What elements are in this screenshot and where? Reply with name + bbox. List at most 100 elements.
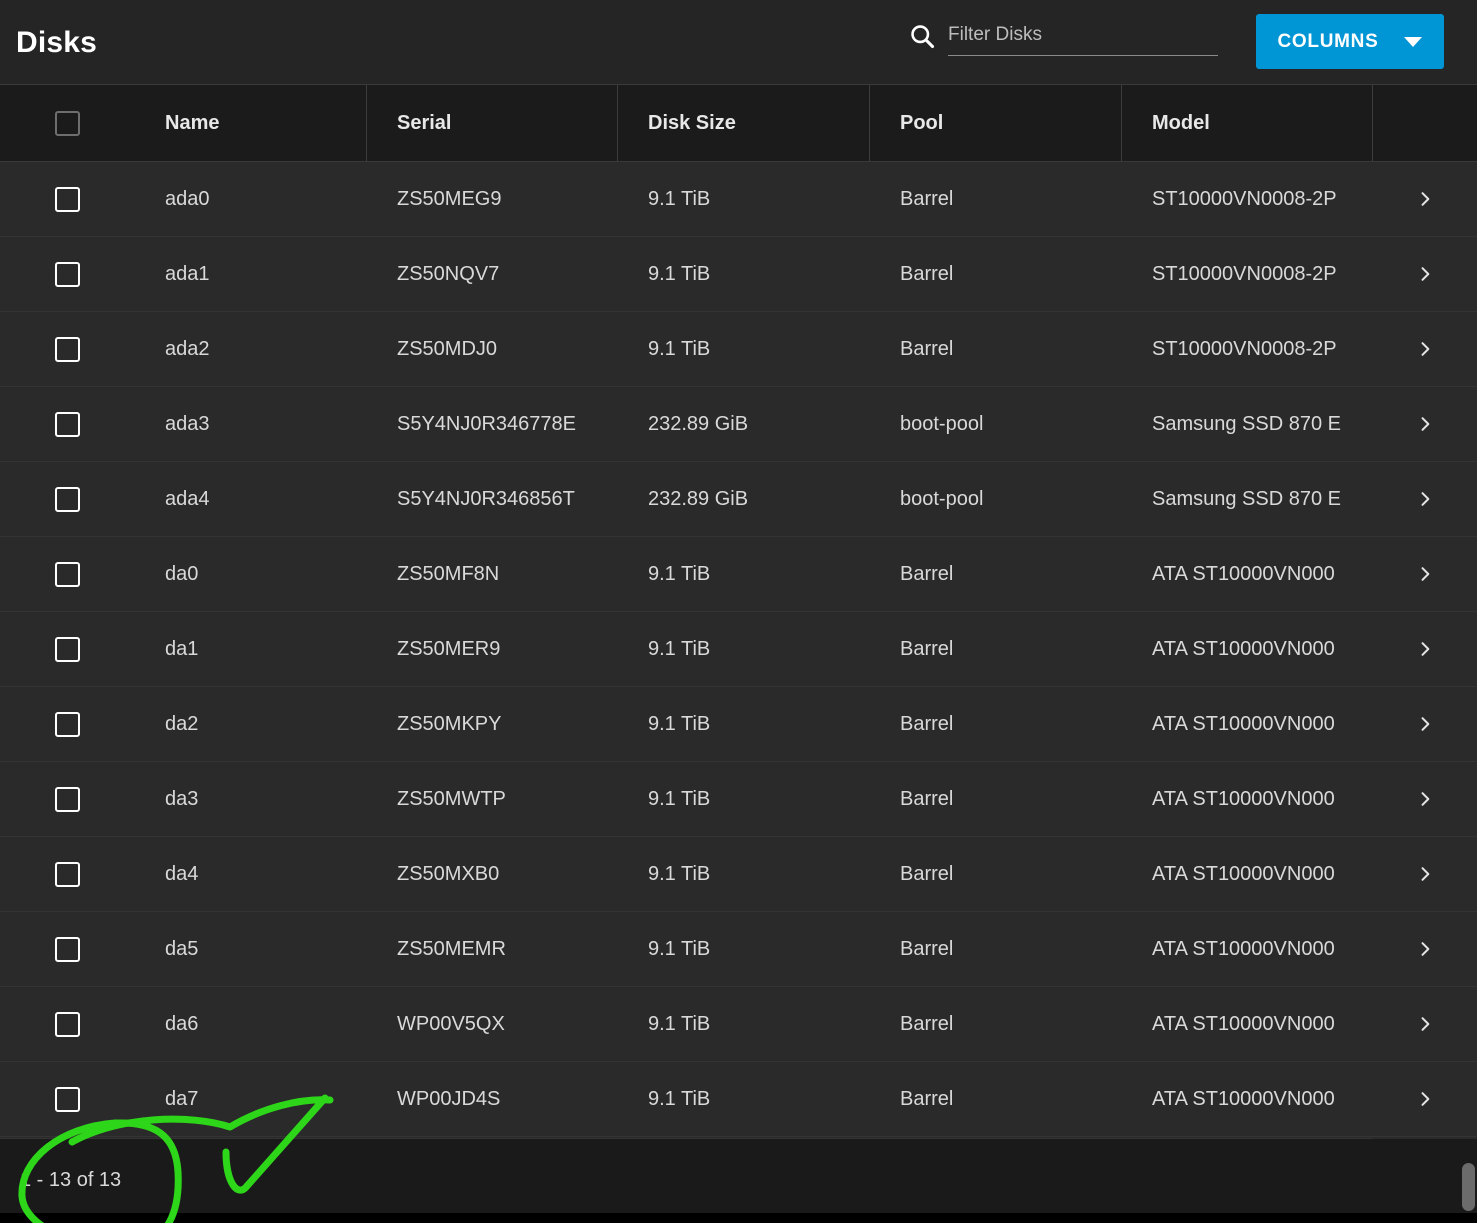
header-cell-pool[interactable]: Pool <box>870 85 1122 161</box>
table-row[interactable]: ada4 S5Y4NJ0R346856T 232.89 GiB boot-pool Sa… <box>0 462 1477 537</box>
cell-pool: Barrel <box>900 712 954 735</box>
cell-name: da0 <box>165 562 199 585</box>
cell-size: 9.1 TiB <box>648 187 711 210</box>
cell-pool: Barrel <box>900 787 954 810</box>
search-input[interactable] <box>948 24 1218 46</box>
cell-pool: Barrel <box>900 637 954 660</box>
filter-disks-search[interactable] <box>908 22 1218 56</box>
row-expand-button[interactable] <box>1373 1088 1477 1110</box>
cell-pool: Barrel <box>900 1012 954 1035</box>
row-expand-button[interactable] <box>1373 563 1477 585</box>
table-row[interactable]: da3 ZS50MWTP 9.1 TiB Barrel ATA ST10000VN000 <box>0 762 1477 837</box>
row-select-cell <box>0 1086 135 1112</box>
row-expand-button[interactable] <box>1373 413 1477 435</box>
header-cell-expand <box>1373 85 1477 161</box>
cell-name: ada0 <box>165 187 210 210</box>
table-row[interactable]: da1 ZS50MER9 9.1 TiB Barrel ATA ST10000VN000 <box>0 612 1477 687</box>
row-expand-button[interactable] <box>1373 488 1477 510</box>
header-cell-serial[interactable]: Serial <box>367 85 618 161</box>
table-body: ada0 ZS50MEG9 9.1 TiB Barrel ST10000VN0008-2… <box>0 162 1477 1137</box>
row-checkbox[interactable] <box>55 861 80 887</box>
cell-model: ST10000VN0008-2P <box>1152 337 1337 360</box>
row-checkbox[interactable] <box>55 561 80 587</box>
cell-model: ATA ST10000VN000 <box>1152 637 1335 660</box>
table-row[interactable]: ada0 ZS50MEG9 9.1 TiB Barrel ST10000VN0008-2… <box>0 162 1477 237</box>
row-checkbox[interactable] <box>55 486 80 512</box>
paginator-range-label: 1 - 13 of 13 <box>20 1169 122 1191</box>
header-cell-select-all <box>0 85 135 161</box>
cell-size: 9.1 TiB <box>648 1012 711 1035</box>
row-checkbox[interactable] <box>55 936 80 962</box>
row-checkbox[interactable] <box>55 1086 80 1112</box>
row-expand-button[interactable] <box>1373 938 1477 960</box>
row-expand-button[interactable] <box>1373 863 1477 885</box>
row-expand-button[interactable] <box>1373 713 1477 735</box>
cell-name: da7 <box>165 1087 199 1110</box>
cell-serial: ZS50MEMR <box>397 937 506 960</box>
cell-name: ada2 <box>165 337 210 360</box>
row-checkbox[interactable] <box>55 186 80 212</box>
header-cell-name[interactable]: Name <box>135 85 367 161</box>
row-checkbox[interactable] <box>55 711 80 737</box>
row-checkbox[interactable] <box>55 411 80 437</box>
row-select-cell <box>0 936 135 962</box>
cell-serial: ZS50MDJ0 <box>397 337 498 360</box>
chevron-right-icon <box>1421 342 1430 356</box>
cell-serial: ZS50MER9 <box>397 637 501 660</box>
table-header-row: Name Serial Disk Size Pool Model <box>0 84 1477 162</box>
cell-model: Samsung SSD 870 E <box>1152 412 1341 435</box>
cell-model: ATA ST10000VN000 <box>1152 1087 1335 1110</box>
cell-pool: Barrel <box>900 1087 954 1110</box>
table-row[interactable]: da5 ZS50MEMR 9.1 TiB Barrel ATA ST10000VN000 <box>0 912 1477 987</box>
cell-size: 9.1 TiB <box>648 262 711 285</box>
cell-serial: ZS50NQV7 <box>397 262 500 285</box>
columns-button[interactable]: COLUMNS <box>1256 14 1444 69</box>
table-row[interactable]: da0 ZS50MF8N 9.1 TiB Barrel ATA ST10000VN000 <box>0 537 1477 612</box>
row-expand-button[interactable] <box>1373 188 1477 210</box>
cell-model: Samsung SSD 870 E <box>1152 487 1341 510</box>
cell-pool: boot-pool <box>900 412 984 435</box>
row-expand-button[interactable] <box>1373 1013 1477 1035</box>
row-checkbox[interactable] <box>55 1011 80 1037</box>
row-select-cell <box>0 786 135 812</box>
cell-size: 232.89 GiB <box>648 412 749 435</box>
cell-model: ATA ST10000VN000 <box>1152 937 1335 960</box>
table-row[interactable]: ada2 ZS50MDJ0 9.1 TiB Barrel ST10000VN0008-2… <box>0 312 1477 387</box>
select-all-checkbox[interactable] <box>55 110 80 136</box>
row-expand-button[interactable] <box>1373 788 1477 810</box>
row-expand-button[interactable] <box>1373 638 1477 660</box>
cell-name: da4 <box>165 862 199 885</box>
header-cell-size[interactable]: Disk Size <box>618 85 870 161</box>
cell-name: da1 <box>165 637 199 660</box>
row-select-cell <box>0 261 135 287</box>
chevron-right-icon <box>1421 267 1430 281</box>
vertical-scrollbar-thumb[interactable] <box>1462 1163 1475 1211</box>
row-expand-button[interactable] <box>1373 263 1477 285</box>
row-select-cell <box>0 861 135 887</box>
cell-size: 9.1 TiB <box>648 1087 711 1110</box>
table-row[interactable]: ada3 S5Y4NJ0R346778E 232.89 GiB boot-pool Sa… <box>0 387 1477 462</box>
cell-model: ATA ST10000VN000 <box>1152 787 1335 810</box>
cell-model: ST10000VN0008-2P <box>1152 262 1337 285</box>
cell-name: da3 <box>165 787 199 810</box>
row-checkbox[interactable] <box>55 636 80 662</box>
table-row[interactable]: da2 ZS50MKPY 9.1 TiB Barrel ATA ST10000VN000 <box>0 687 1477 762</box>
cell-size: 9.1 TiB <box>648 787 711 810</box>
header-cell-model[interactable]: Model <box>1122 85 1373 161</box>
cell-serial: ZS50MXB0 <box>397 862 500 885</box>
table-row[interactable]: da6 WP00V5QX 9.1 TiB Barrel ATA ST10000VN000 <box>0 987 1477 1062</box>
cell-model: ATA ST10000VN000 <box>1152 562 1335 585</box>
columns-button-label: COLUMNS <box>1277 30 1379 52</box>
table-row[interactable]: da7 WP00JD4S 9.1 TiB Barrel ATA ST10000VN000 <box>0 1062 1477 1137</box>
table-row[interactable]: ada1 ZS50NQV7 9.1 TiB Barrel ST10000VN0008-2… <box>0 237 1477 312</box>
row-checkbox[interactable] <box>55 786 80 812</box>
chevron-right-icon <box>1421 1017 1430 1031</box>
row-checkbox[interactable] <box>55 261 80 287</box>
row-checkbox[interactable] <box>55 336 80 362</box>
cell-size: 9.1 TiB <box>648 937 711 960</box>
search-icon <box>911 25 935 49</box>
chevron-right-icon <box>1421 642 1430 656</box>
table-row[interactable]: da4 ZS50MXB0 9.1 TiB Barrel ATA ST10000VN000 <box>0 837 1477 912</box>
row-expand-button[interactable] <box>1373 338 1477 360</box>
cell-name: da6 <box>165 1012 199 1035</box>
